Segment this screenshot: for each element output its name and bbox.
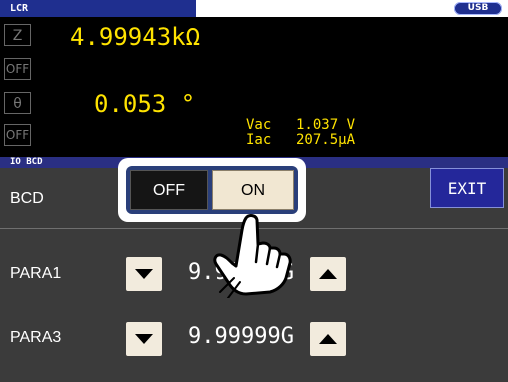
param1-value: 4.99943kΩ <box>70 23 201 51</box>
param4-selector[interactable]: OFF <box>4 124 31 146</box>
arrow-up-icon <box>319 334 337 344</box>
bcd-off-button[interactable]: OFF <box>130 170 208 210</box>
para1-up-button[interactable] <box>310 257 346 291</box>
pointing-hand-icon <box>213 214 292 298</box>
param1-selector[interactable]: Z <box>4 24 31 46</box>
para3-value: 9.99999G <box>188 324 294 349</box>
para1-label: PARA1 <box>10 265 62 282</box>
arrow-down-icon <box>135 269 153 279</box>
iac-value: 207.5μA <box>296 132 356 148</box>
exit-button[interactable]: EXIT <box>430 168 504 208</box>
para3-label: PARA3 <box>10 329 62 346</box>
arrow-up-icon <box>319 269 337 279</box>
iac-label: Iac <box>246 132 272 148</box>
vac-label: Vac <box>246 117 272 133</box>
para3-down-button[interactable] <box>126 322 162 356</box>
bcd-on-button[interactable]: ON <box>212 170 294 210</box>
bcd-toggle: OFF ON <box>126 166 298 214</box>
para3-up-button[interactable] <box>310 322 346 356</box>
param3-value: 0.053 ° <box>94 90 196 118</box>
para1-down-button[interactable] <box>126 257 162 291</box>
top-bar: LCR USB <box>0 0 508 17</box>
param3-selector[interactable]: θ <box>4 92 31 114</box>
param2-selector[interactable]: OFF <box>4 58 31 80</box>
arrow-down-icon <box>135 334 153 344</box>
usb-badge: USB <box>454 2 502 15</box>
bcd-label: BCD <box>10 190 44 207</box>
vac-value: 1.037 V <box>296 117 356 133</box>
lcr-tab[interactable]: LCR <box>0 0 196 17</box>
lcr-screen: LCR USB Z 4.99943kΩ OFF θ 0.053 ° OFF Va… <box>0 0 508 382</box>
